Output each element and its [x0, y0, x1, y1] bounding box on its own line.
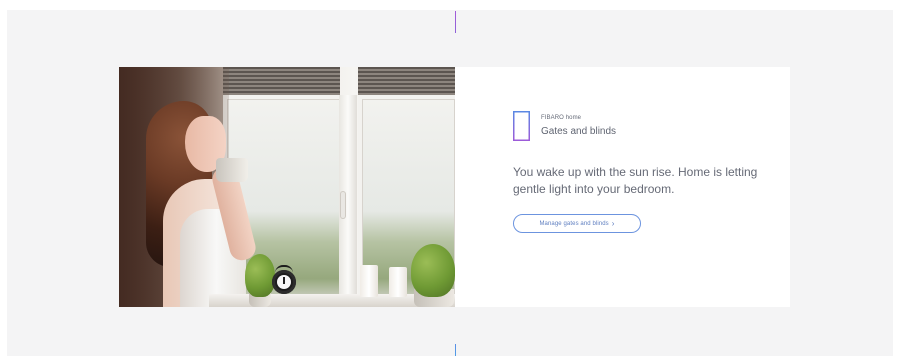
- bedroom-window-photo: [119, 67, 455, 307]
- manage-gates-and-blinds-button[interactable]: Manage gates and blinds ›: [513, 214, 641, 233]
- feature-card: FIBARO home Gates and blinds You wake up…: [119, 67, 790, 307]
- feature-description: You wake up with the sun rise. Home is l…: [513, 165, 758, 196]
- small-plant: [245, 254, 275, 297]
- alarm-clock: [272, 270, 296, 294]
- large-plant: [411, 244, 455, 297]
- feature-content: FIBARO home Gates and blinds You wake up…: [455, 67, 790, 307]
- top-divider-line: [455, 11, 456, 33]
- product-heading: FIBARO home Gates and blinds: [513, 109, 790, 141]
- brand-label: FIBARO home: [541, 115, 582, 121]
- candle-left: [360, 265, 378, 297]
- coffee-mug: [216, 158, 248, 182]
- window-blind-left: [223, 67, 340, 95]
- window-handle: [341, 192, 345, 218]
- product-name: Gates and blinds: [541, 126, 617, 137]
- candle-right: [389, 267, 407, 297]
- window-blind-right: [358, 67, 455, 95]
- bottom-divider-line: [455, 344, 456, 356]
- manage-button-label: Manage gates and blinds: [539, 220, 609, 227]
- chevron-right-icon: ›: [611, 218, 615, 228]
- window-blinds-icon: [513, 111, 530, 141]
